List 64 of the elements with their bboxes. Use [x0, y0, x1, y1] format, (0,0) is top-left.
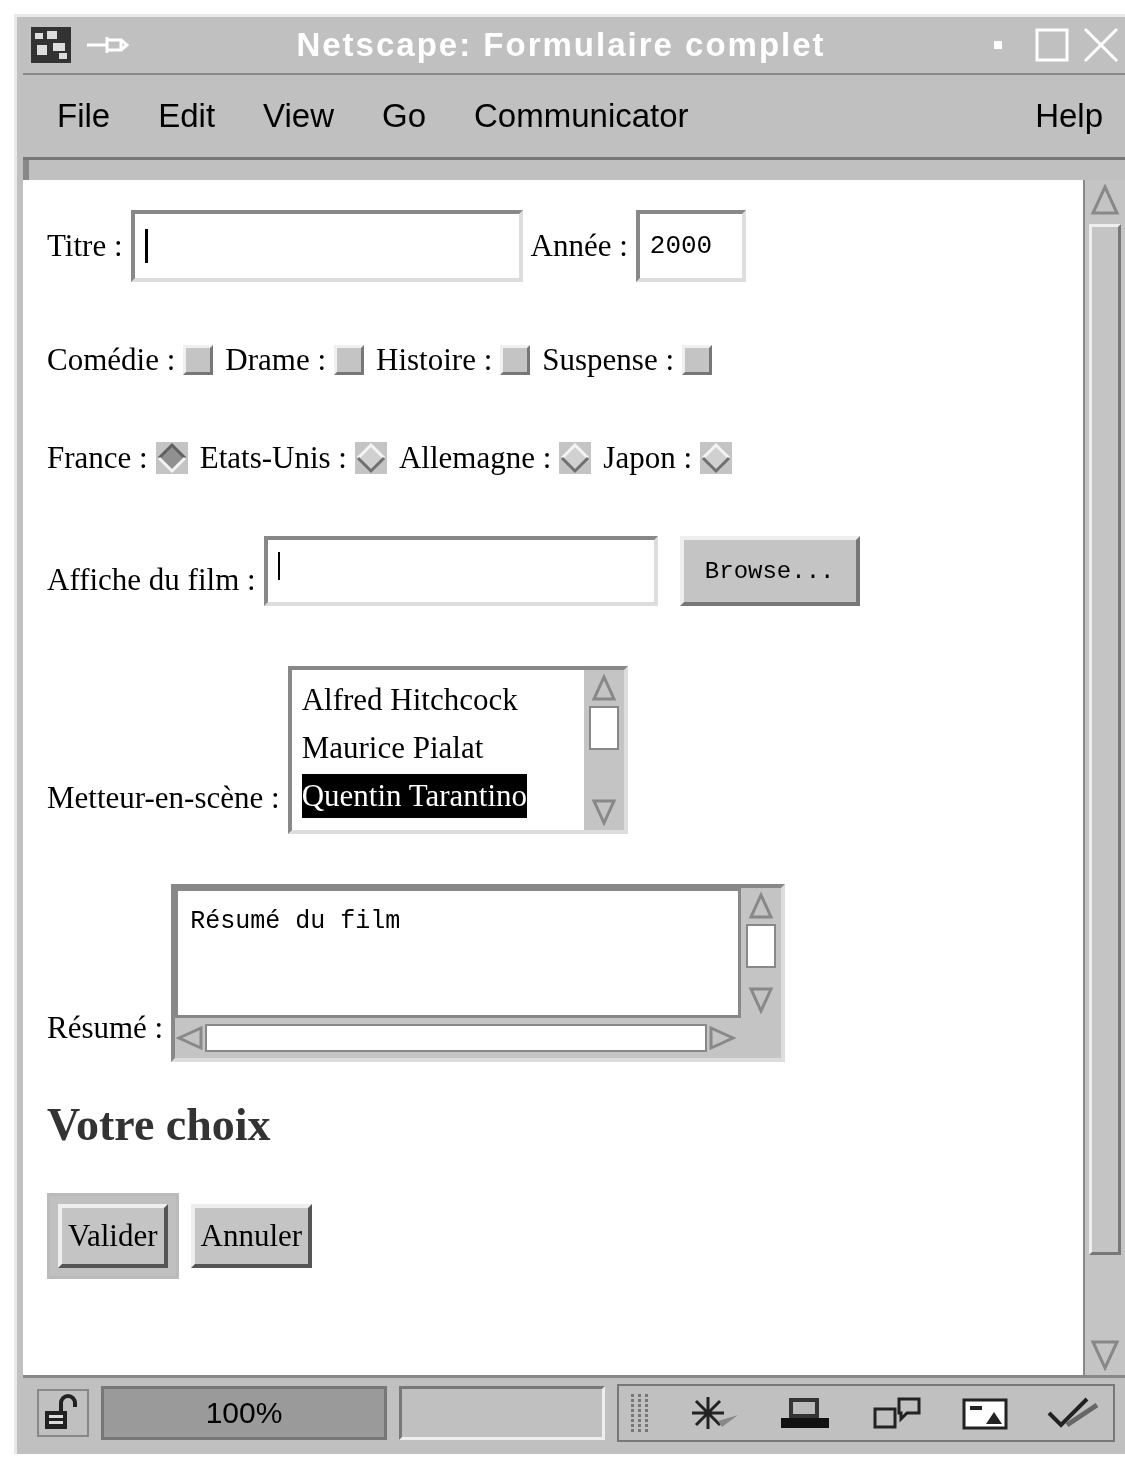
app-icon	[31, 27, 71, 63]
summary-textarea[interactable]: Résumé du film	[171, 884, 786, 1062]
menu-item[interactable]: Communicator	[474, 97, 689, 135]
list-option[interactable]: Maurice Pialat	[301, 726, 484, 770]
menu-item[interactable]: File	[57, 97, 111, 135]
field-label: Metteur-en-scène :	[47, 780, 280, 816]
maximize-icon[interactable]	[1035, 28, 1069, 62]
page-scrollbar[interactable]	[1083, 180, 1125, 1375]
scroll-thumb[interactable]	[205, 1024, 708, 1052]
scroll-down-icon[interactable]	[748, 985, 775, 1015]
vertical-scrollbar[interactable]	[741, 888, 782, 1018]
menu-item[interactable]: View	[263, 97, 334, 135]
scroll-right-icon[interactable]	[707, 1025, 738, 1051]
checkbox[interactable]	[500, 345, 531, 375]
scroll-thumb[interactable]	[588, 706, 619, 750]
address-card-icon[interactable]	[961, 1396, 1008, 1430]
radio-button[interactable]	[559, 442, 592, 474]
radio-button[interactable]	[700, 442, 733, 474]
checkbox[interactable]	[334, 345, 364, 375]
radio-label: Japon :	[603, 440, 693, 476]
scroll-thumb[interactable]	[746, 924, 777, 968]
menu-item[interactable]: Go	[382, 97, 427, 135]
grip-icon[interactable]	[629, 1393, 651, 1433]
checkbox[interactable]	[183, 345, 214, 375]
horizontal-scrollbar[interactable]	[175, 1018, 782, 1058]
title-input[interactable]	[130, 210, 523, 282]
checkbox-label: Drame :	[225, 342, 326, 378]
field-label: Résumé :	[47, 1010, 164, 1046]
browse-button[interactable]: Browse...	[679, 536, 860, 606]
menu-item[interactable]: Help	[1035, 97, 1103, 135]
submit-button[interactable]: Valider	[58, 1204, 168, 1268]
field-label: Année :	[530, 228, 628, 264]
padlock-icon[interactable]	[37, 1389, 89, 1437]
list-option[interactable]: Alfred Hitchcock	[301, 678, 518, 722]
scroll-left-icon[interactable]	[175, 1025, 206, 1051]
section-heading: Votre choix	[47, 1098, 272, 1151]
file-path-input[interactable]	[263, 536, 658, 606]
field-label: Titre :	[47, 228, 123, 264]
scroll-down-icon[interactable]	[590, 797, 617, 827]
minimize-icon[interactable]	[993, 40, 1003, 50]
director-list[interactable]: Alfred Hitchcock Maurice Pialat Quentin Tarantino	[287, 666, 628, 834]
inbox-tray-icon[interactable]	[779, 1396, 832, 1430]
window-title: Netscape: Formulaire complet	[295, 26, 827, 64]
progress-field: 100%	[101, 1386, 387, 1440]
radio-button[interactable]	[354, 442, 387, 474]
checkbox-label: Suspense :	[542, 342, 674, 378]
menu-item[interactable]: Edit	[158, 97, 216, 135]
cancel-button[interactable]: Annuler	[190, 1204, 313, 1268]
list-scrollbar[interactable]	[583, 670, 624, 830]
radio-button[interactable]	[155, 442, 188, 474]
close-icon[interactable]	[1083, 27, 1119, 63]
radio-label: France :	[47, 440, 148, 476]
checkbox[interactable]	[682, 345, 712, 375]
field-label: Affiche du film :	[47, 562, 256, 598]
year-input[interactable]: 2000	[635, 210, 746, 282]
scroll-up-icon[interactable]	[1090, 183, 1120, 217]
scroll-up-icon[interactable]	[748, 891, 775, 921]
list-option[interactable]: Quentin Tarantino	[301, 774, 528, 818]
checkbox-label: Histoire :	[376, 342, 493, 378]
radio-label: Allemagne :	[398, 440, 552, 476]
checkbox-label: Comédie :	[47, 342, 176, 378]
scroll-up-icon[interactable]	[590, 673, 617, 703]
radio-label: Etats-Unis :	[199, 440, 347, 476]
scroll-down-icon[interactable]	[1090, 1338, 1120, 1372]
